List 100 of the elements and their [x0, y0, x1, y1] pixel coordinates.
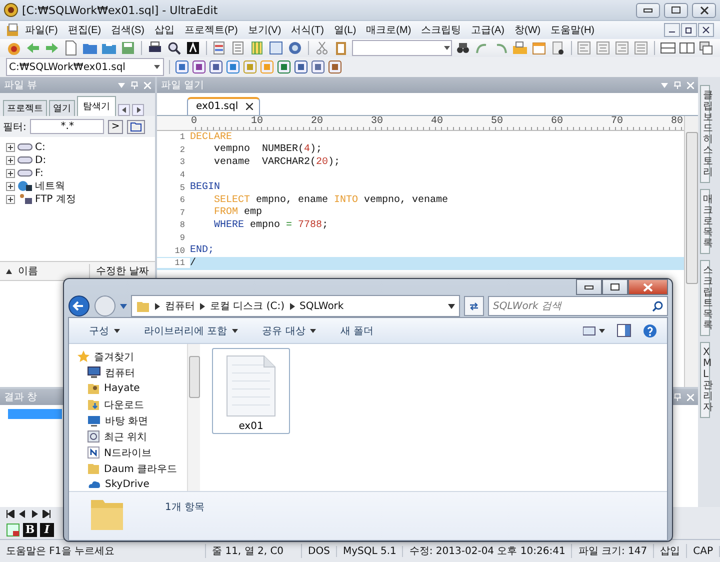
scroll-thumb[interactable]	[188, 356, 200, 398]
expand-icon[interactable]	[6, 156, 15, 164]
right-arrow-icon	[44, 40, 60, 56]
refresh-button[interactable]	[464, 296, 484, 316]
help-icon[interactable]	[643, 324, 657, 338]
menu-item[interactable]: 프로젝트(P)	[179, 23, 243, 37]
minimize-button[interactable]	[576, 279, 602, 295]
menu-item[interactable]: 파일(F)	[20, 23, 63, 37]
breadcrumb-item[interactable]: 컴퓨터	[165, 299, 195, 313]
menu-item[interactable]: 고급(A)	[466, 23, 510, 37]
scroll-left-button[interactable]	[118, 104, 130, 116]
toolbar-button[interactable]	[679, 40, 695, 56]
panel-tab[interactable]: 열기	[49, 100, 75, 116]
tree-item[interactable]: FTP 계정	[35, 192, 76, 206]
minimize-button[interactable]	[636, 2, 660, 18]
minimize-button[interactable]	[664, 23, 680, 37]
toolbar-button[interactable]	[660, 40, 676, 56]
scroll-right-button[interactable]	[132, 104, 144, 116]
search-field[interactable]: SQLWork 검색	[488, 296, 668, 316]
toolbar-button[interactable]	[166, 40, 182, 56]
menu-item[interactable]: 매크로(M)	[361, 23, 416, 37]
scrollbar[interactable]	[187, 344, 200, 491]
open-folder-button[interactable]	[126, 120, 145, 134]
menu-item[interactable]: 삽입	[149, 23, 180, 37]
menu-item[interactable]: 서식(T)	[286, 23, 329, 37]
panel-tab[interactable]: 프로젝트	[3, 100, 47, 116]
command-button[interactable]: 공유 대상	[252, 322, 326, 340]
dropdown-icon[interactable]	[120, 304, 127, 308]
menu-item[interactable]: 스크립팅	[416, 23, 466, 37]
n-square-icon	[87, 446, 100, 459]
spreadsheet-icon[interactable]	[6, 522, 20, 536]
view-options-icon[interactable]	[583, 326, 605, 336]
pin-icon[interactable]	[674, 81, 681, 89]
download-folder-icon	[87, 398, 100, 411]
folder-icon	[101, 40, 117, 56]
tree-item[interactable]: C:	[35, 142, 46, 152]
expand-icon[interactable]	[6, 182, 15, 190]
menu-item[interactable]: 창(W)	[510, 23, 546, 37]
command-button[interactable]: 라이브러리에 포함	[134, 322, 248, 340]
ruler-label: 30	[370, 116, 430, 130]
toolbar-button[interactable]	[184, 40, 201, 56]
menu-item[interactable]: 도움말(H)	[546, 23, 600, 37]
minimize-icon	[584, 284, 594, 290]
nav-item[interactable]: Daum 클라우드	[77, 462, 187, 475]
nav-item[interactable]: 다운로드	[77, 398, 187, 411]
nav-item[interactable]: 바탕 화면	[77, 414, 187, 427]
expand-icon[interactable]	[6, 194, 15, 204]
command-button[interactable]: 새 폴더	[330, 322, 384, 340]
command-button[interactable]: 구성	[79, 322, 130, 340]
first-arrow-icon[interactable]	[6, 510, 15, 518]
maximize-button[interactable]	[664, 2, 688, 18]
close-icon[interactable]	[246, 103, 254, 110]
breadcrumb-item[interactable]: SQLWork	[300, 300, 344, 312]
filter-field[interactable]: *.*	[30, 119, 104, 134]
next-arrow-icon[interactable]	[30, 510, 39, 518]
preview-pane-icon[interactable]	[617, 324, 631, 337]
close-icon	[643, 282, 653, 292]
panel-tab[interactable]: 탐색기	[77, 96, 116, 116]
last-arrow-icon[interactable]	[42, 510, 51, 518]
path-dropdown[interactable]: C:₩SQLWork₩ex01.sql	[6, 58, 164, 76]
back-button-icon[interactable]	[68, 295, 90, 317]
column-header[interactable]: 이름	[0, 264, 44, 278]
address-bar[interactable]: 컴퓨터 로컬 디스크 (C:) SQLWork	[131, 295, 460, 317]
app-menu-icon[interactable]	[6, 23, 20, 37]
apply-filter-button[interactable]: >	[108, 120, 123, 134]
scrollbar[interactable]	[684, 116, 698, 387]
pin-icon[interactable]	[674, 393, 681, 401]
nav-item[interactable]: 즐겨찾기	[77, 350, 187, 363]
tree-item[interactable]: 네트웍	[35, 179, 65, 193]
maximize-button[interactable]	[602, 279, 628, 295]
menu-item[interactable]: 열(L)	[328, 23, 362, 37]
tree-item[interactable]: F:	[35, 168, 44, 178]
menu-item[interactable]: 검색(S)	[106, 23, 150, 37]
side-tab[interactable]: 매크로 목록	[700, 189, 710, 254]
justify-icon	[633, 40, 650, 56]
file-item[interactable]: ex01	[212, 348, 290, 434]
expand-icon[interactable]	[6, 142, 15, 152]
folder-icon	[87, 462, 100, 475]
tree-item[interactable]: D:	[35, 154, 46, 166]
restore-button[interactable]	[681, 23, 697, 37]
close-button[interactable]	[698, 23, 714, 37]
nav-item[interactable]: 최근 위치	[77, 430, 187, 443]
menu-item[interactable]: 보기(V)	[242, 23, 286, 37]
close-button[interactable]	[692, 2, 716, 18]
format-button[interactable]: I	[40, 522, 54, 536]
menu-item[interactable]: 편집(E)	[62, 23, 106, 37]
nav-item[interactable]: 컴퓨터	[77, 366, 187, 379]
side-tab[interactable]: 스크립트 목록	[700, 260, 710, 336]
format-button[interactable]: B	[23, 522, 37, 536]
prev-arrow-icon[interactable]	[18, 510, 27, 518]
nav-item[interactable]: SkyDrive	[77, 478, 187, 491]
nav-item[interactable]: Hayate	[77, 382, 187, 395]
scroll-thumb[interactable]	[686, 132, 698, 284]
nav-item[interactable]: N드라이브	[77, 446, 187, 459]
pin-icon[interactable]	[131, 81, 138, 89]
side-tab[interactable]: 클립보드 히스토리	[700, 85, 710, 183]
expand-icon[interactable]	[6, 168, 15, 178]
breadcrumb-item[interactable]: 로컬 디스크 (C:)	[210, 299, 285, 313]
file-tab[interactable]: ex01.sql	[187, 97, 260, 115]
folder-icon	[512, 40, 528, 56]
